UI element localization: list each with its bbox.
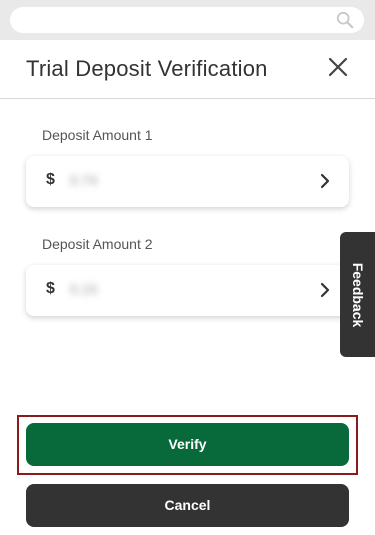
deposit-amount-2-label: Deposit Amount 2: [42, 236, 153, 252]
close-icon[interactable]: [325, 54, 351, 80]
chevron-right-icon: [320, 282, 330, 298]
cancel-button[interactable]: Cancel: [26, 484, 349, 527]
deposit-amount-1-label: Deposit Amount 1: [42, 127, 153, 143]
modal-header: Trial Deposit Verification: [0, 40, 375, 99]
search-icon[interactable]: [336, 11, 354, 29]
feedback-tab[interactable]: Feedback: [340, 232, 375, 357]
deposit-amount-2-value: 0.15: [70, 281, 98, 297]
deposit-amount-1-field[interactable]: $ 0.74: [26, 156, 349, 207]
top-search-bar: [0, 0, 375, 40]
verify-button[interactable]: Verify: [26, 423, 349, 466]
deposit-amount-2-field[interactable]: $ 0.15: [26, 265, 349, 316]
feedback-label: Feedback: [349, 262, 366, 327]
chevron-right-icon: [320, 173, 330, 189]
currency-symbol: $: [46, 171, 55, 188]
page-title: Trial Deposit Verification: [26, 56, 268, 81]
search-input[interactable]: [10, 7, 364, 33]
deposit-amount-1-value: 0.74: [70, 172, 98, 188]
currency-symbol: $: [46, 280, 55, 297]
